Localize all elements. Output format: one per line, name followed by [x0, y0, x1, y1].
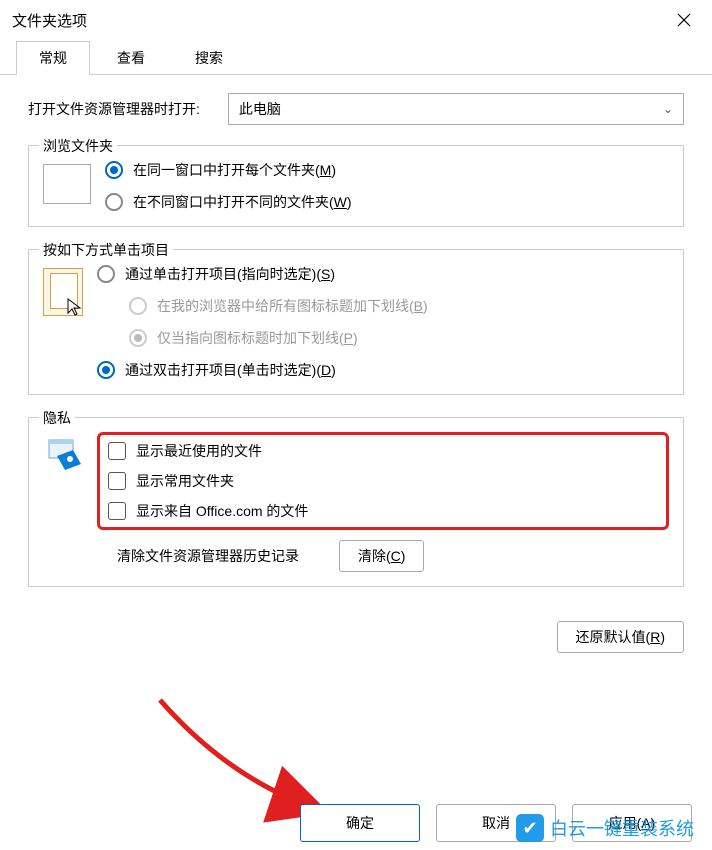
cursor-icon	[64, 297, 86, 319]
checkbox-frequent-folders[interactable]: 显示常用文件夹	[108, 471, 658, 491]
radio-label: 通过双击打开项目(单击时选定)(D)	[125, 360, 336, 380]
radio-label: 在不同窗口中打开不同的文件夹(W)	[133, 192, 352, 212]
radio-icon	[129, 329, 147, 347]
clear-button[interactable]: 清除(C)	[339, 540, 424, 572]
privacy-legend: 隐私	[39, 408, 75, 428]
checkbox-label: 显示常用文件夹	[136, 471, 234, 491]
radio-icon	[105, 193, 123, 211]
highlight-box: 显示最近使用的文件 显示常用文件夹 显示来自 Office.com 的文件	[97, 432, 669, 530]
tab-general[interactable]: 常规	[16, 41, 90, 75]
radio-label: 在同一窗口中打开每个文件夹(M)	[133, 160, 336, 180]
click-document-icon	[43, 268, 83, 316]
window-title: 文件夹选项	[12, 10, 668, 31]
radio-icon	[129, 297, 147, 315]
radio-browser-underline: 在我的浏览器中给所有图标标题加下划线(B)	[129, 296, 669, 316]
open-explorer-label: 打开文件资源管理器时打开:	[28, 99, 200, 119]
privacy-group: 隐私 显示最近使用的文件 显示常用文件夹	[28, 417, 684, 587]
open-explorer-dropdown[interactable]: 此电脑 ⌄	[228, 93, 684, 125]
title-bar: 文件夹选项	[0, 0, 712, 40]
privacy-icon	[43, 436, 83, 476]
restore-defaults-button[interactable]: 还原默认值(R)	[557, 621, 684, 653]
radio-label: 在我的浏览器中给所有图标标题加下划线(B)	[157, 296, 428, 316]
cancel-button[interactable]: 取消	[436, 804, 556, 842]
tab-bar: 常规 查看 搜索	[0, 40, 712, 75]
radio-icon	[97, 265, 115, 283]
checkbox-icon	[108, 502, 126, 520]
radio-icon	[97, 361, 115, 379]
checkbox-icon	[108, 472, 126, 490]
checkbox-label: 显示来自 Office.com 的文件	[136, 501, 308, 521]
radio-single-click[interactable]: 通过单击打开项目(指向时选定)(S)	[97, 264, 669, 284]
folder-icon	[43, 164, 91, 204]
browse-group: 浏览文件夹 在同一窗口中打开每个文件夹(M) 在不同窗口中打开不同的文件夹(W)	[28, 145, 684, 227]
click-legend: 按如下方式单击项目	[39, 240, 173, 260]
radio-diff-window[interactable]: 在不同窗口中打开不同的文件夹(W)	[105, 192, 669, 212]
radio-label: 通过单击打开项目(指向时选定)(S)	[125, 264, 335, 284]
open-explorer-value: 此电脑	[239, 99, 281, 119]
apply-button[interactable]: 应用(A)	[572, 804, 692, 842]
ok-button[interactable]: 确定	[300, 804, 420, 842]
dialog-footer: 确定 取消 应用(A)	[0, 804, 712, 842]
radio-double-click[interactable]: 通过双击打开项目(单击时选定)(D)	[97, 360, 669, 380]
radio-same-window[interactable]: 在同一窗口中打开每个文件夹(M)	[105, 160, 669, 180]
radio-label: 仅当指向图标标题时加下划线(P)	[157, 328, 358, 348]
radio-point-underline: 仅当指向图标标题时加下划线(P)	[129, 328, 669, 348]
tab-search[interactable]: 搜索	[172, 41, 246, 75]
checkbox-label: 显示最近使用的文件	[136, 441, 262, 461]
close-icon	[677, 13, 691, 27]
tab-view[interactable]: 查看	[94, 41, 168, 75]
radio-icon	[105, 161, 123, 179]
browse-legend: 浏览文件夹	[39, 136, 117, 156]
click-group: 按如下方式单击项目 通过单击打开项目(指向时选定)(S) 在我的浏览器中给所有图…	[28, 249, 684, 395]
clear-history-label: 清除文件资源管理器历史记录	[117, 546, 299, 566]
close-button[interactable]	[668, 4, 700, 36]
checkbox-office-files[interactable]: 显示来自 Office.com 的文件	[108, 501, 658, 521]
checkbox-recent-files[interactable]: 显示最近使用的文件	[108, 441, 658, 461]
checkbox-icon	[108, 442, 126, 460]
chevron-down-icon: ⌄	[663, 102, 673, 116]
